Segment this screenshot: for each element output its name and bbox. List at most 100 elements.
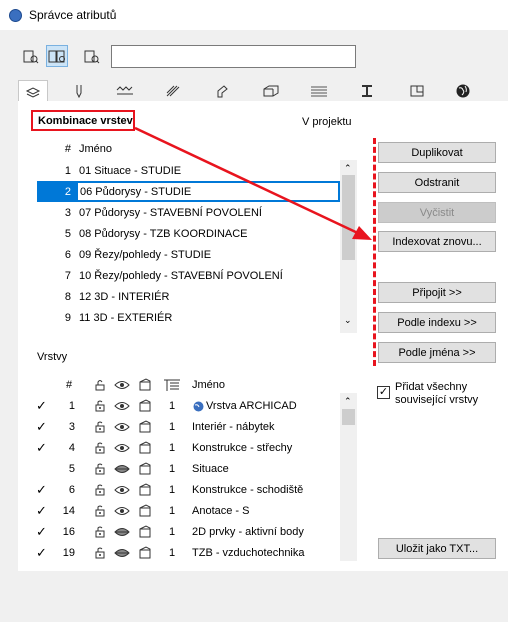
layer-name: Konstrukce - střechy — [192, 442, 293, 454]
project-label: V projektu — [302, 116, 352, 128]
layer-name: Interiér - nábytek — [192, 421, 275, 433]
tab-composites[interactable] — [256, 80, 286, 102]
eye-icon[interactable] — [114, 505, 130, 517]
save-txt-button[interactable]: Uložit jako TXT... — [378, 538, 496, 559]
tab-profiles[interactable] — [352, 80, 382, 102]
attribute-tabs — [18, 80, 508, 103]
combination-row[interactable]: 1 01 Situace - STUDIE — [37, 160, 337, 181]
layer-row[interactable]: ✓ 3 1 Interiér - nábytek — [30, 417, 350, 438]
tab-layers[interactable] — [18, 80, 48, 103]
wireframe-icon[interactable] — [138, 462, 152, 476]
wireframe-icon[interactable] — [138, 546, 152, 560]
lock-icon[interactable] — [93, 525, 107, 539]
scroll-thumb[interactable] — [342, 175, 355, 260]
wireframe-icon[interactable] — [138, 399, 152, 413]
eye-hidden-icon[interactable] — [114, 463, 130, 475]
by-index-button[interactable]: Podle indexu >> — [378, 312, 496, 333]
duplicate-button[interactable]: Duplikovat — [378, 142, 496, 163]
layer-index: 3 — [68, 421, 75, 433]
layer-index: 16 — [62, 526, 75, 538]
search-input[interactable] — [111, 45, 356, 68]
eye-header-icon — [114, 381, 130, 389]
reindex-button[interactable]: Indexovat znovu... — [378, 231, 496, 252]
eye-icon[interactable] — [114, 421, 130, 433]
wireframe-icon[interactable] — [138, 420, 152, 434]
lock-icon[interactable] — [93, 546, 107, 560]
layer-row[interactable]: ✓ 19 1 TZB - vzduchotechnika — [30, 543, 350, 561]
eye-hidden-icon[interactable] — [114, 526, 130, 538]
lock-icon[interactable] — [93, 420, 107, 434]
lock-icon[interactable] — [93, 399, 107, 413]
layer-row[interactable]: ✓ 6 1 Konstrukce - schodiště — [30, 480, 350, 501]
lock-icon[interactable] — [93, 462, 107, 476]
compare-view-icon — [48, 50, 65, 63]
combination-row[interactable]: 5 08 Půdorysy - TZB KOORDINACE — [37, 223, 337, 244]
combination-row[interactable]: 9 11 3D - EXTERIÉR — [37, 307, 337, 328]
eye-icon[interactable] — [114, 400, 130, 412]
single-view-right-button[interactable] — [80, 45, 102, 67]
layers-header-num: # — [66, 379, 73, 391]
remove-button[interactable]: Odstranit — [378, 172, 496, 193]
eye-icon[interactable] — [114, 484, 130, 496]
layer-row[interactable]: ✓ 16 1 2D prvky - aktivní body — [30, 522, 350, 543]
single-view-icon — [23, 50, 39, 64]
clean-button[interactable]: Vyčistit — [378, 202, 496, 223]
wireframe-icon[interactable] — [138, 525, 152, 539]
tab-surfaces[interactable] — [208, 80, 238, 102]
combination-row[interactable]: 2 06 Půdorysy - STUDIE — [37, 181, 340, 202]
combination-row[interactable]: 8 12 3D - INTERIÉR — [37, 286, 337, 307]
layer-name: TZB - vzduchotechnika — [192, 547, 305, 559]
combination-row[interactable]: 6 09 Řezy/pohledy - STUDIE — [37, 244, 337, 265]
layers-list[interactable]: # Jméno ✓ 1 1 Vrstva ARCHICAD ✓ 3 1 Interiér - … — [30, 375, 359, 561]
lock-icon[interactable] — [93, 483, 107, 497]
wireframe-icon[interactable] — [138, 483, 152, 497]
layer-pen: 1 — [169, 484, 176, 496]
add-related-layers-checkbox[interactable]: ✓ — [377, 386, 390, 399]
layer-pen: 1 — [169, 526, 176, 538]
combination-index: 6 — [64, 248, 71, 261]
tab-lines[interactable] — [110, 80, 140, 102]
tab-markup-styles[interactable] — [448, 80, 478, 102]
tab-zones[interactable] — [402, 80, 432, 102]
combinations-scrollbar[interactable]: ⌃ ⌄ — [340, 160, 357, 333]
combination-index: 2 — [64, 185, 71, 198]
eye-hidden-icon[interactable] — [114, 547, 130, 559]
layer-row[interactable]: ✓ 1 1 Vrstva ARCHICAD — [30, 396, 350, 417]
combination-row[interactable]: 3 07 Půdorysy - STAVEBNÍ POVOLENÍ — [37, 202, 337, 223]
wireframe-icon[interactable] — [138, 504, 152, 518]
combination-index: 5 — [64, 227, 71, 240]
layer-row[interactable]: ✓ 4 1 Konstrukce - střechy — [30, 438, 350, 459]
combination-row[interactable]: 7 10 Řezy/pohledy - STAVEBNÍ POVOLENÍ — [37, 265, 337, 286]
combinations-list[interactable]: # Jméno 1 01 Situace - STUDIE 2 06 Půdorysy… — [37, 140, 359, 333]
tab-pens[interactable] — [64, 80, 94, 102]
eye-icon[interactable] — [114, 442, 130, 454]
attach-button[interactable]: Připojit >> — [378, 282, 496, 303]
layers-scroll-thumb[interactable] — [342, 409, 355, 425]
bottom-bar — [0, 572, 508, 622]
layer-pen: 1 — [169, 547, 176, 559]
lock-icon[interactable] — [93, 441, 107, 455]
compare-view-button[interactable] — [46, 45, 68, 67]
combination-index: 7 — [64, 269, 71, 282]
scroll-down-icon[interactable]: ⌄ — [344, 315, 352, 326]
layers-scroll-up-icon[interactable]: ⌃ — [344, 396, 352, 407]
layer-name: Konstrukce - schodiště — [192, 484, 304, 496]
combination-name-edit-field[interactable]: 06 Půdorysy - STUDIE — [77, 182, 339, 201]
lock-icon[interactable] — [93, 504, 107, 518]
layer-row[interactable]: 5 1 Situace — [30, 459, 350, 480]
layers-scrollbar[interactable]: ⌃ — [340, 393, 357, 561]
layer-index: 19 — [62, 547, 75, 559]
layers-section-label: Vrstvy — [37, 351, 68, 363]
by-name-button[interactable]: Podle jména >> — [378, 342, 496, 363]
layer-index: 5 — [68, 463, 75, 475]
scroll-up-icon[interactable]: ⌃ — [344, 163, 352, 174]
layer-name: Anotace - S — [192, 505, 250, 517]
wireframe-icon[interactable] — [138, 441, 152, 455]
tab-building-materials[interactable] — [304, 80, 334, 102]
tab-fills[interactable] — [158, 80, 188, 102]
single-view-button[interactable] — [19, 45, 41, 67]
layer-row[interactable]: ✓ 14 1 Anotace - S — [30, 501, 350, 522]
layer-index: 4 — [68, 442, 75, 454]
combination-index: 8 — [64, 290, 71, 303]
globe-icon — [456, 84, 470, 98]
